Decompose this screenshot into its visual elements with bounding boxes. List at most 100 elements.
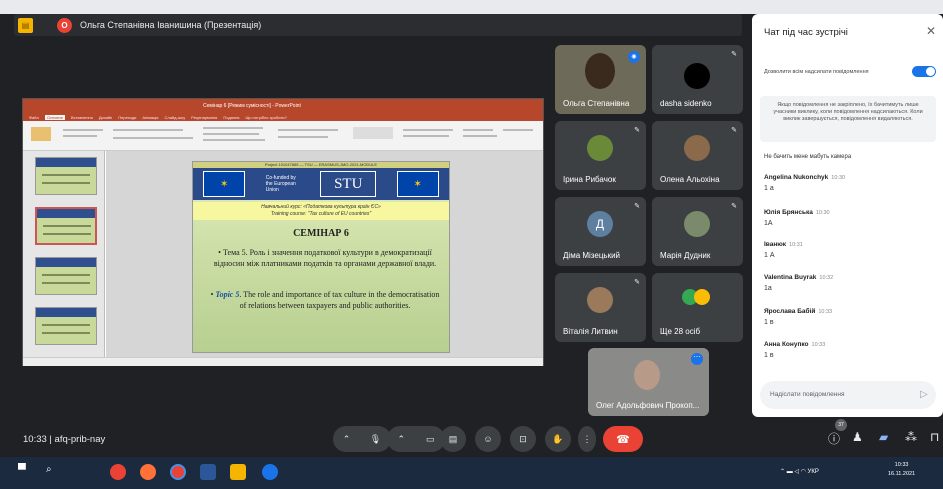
ribbon-toolbar[interactable] [23, 121, 543, 151]
participant-tile[interactable]: ✎ Ірина Рибачок [555, 121, 646, 190]
slide-thumbnail[interactable] [35, 307, 97, 345]
info-icon[interactable]: ⓘ [828, 430, 840, 447]
raise-hand-button[interactable]: ✋ [545, 426, 571, 452]
chat-message: Іванюк 10:31 1 А [764, 241, 934, 259]
message-time: 10:33 [811, 342, 826, 348]
participant-tile[interactable]: Ще 28 осіб [652, 273, 743, 342]
meeting-controls-bar [0, 417, 943, 457]
meeting-info: 10:33 | afq-prib-nay [23, 434, 105, 445]
slide-bullet-ua: • Тема 5. Роль і значення податкової кул… [213, 248, 437, 268]
activities-icon[interactable]: ⁂ [905, 430, 917, 444]
participant-tile[interactable]: ✎ Марія Дудник [652, 197, 743, 266]
present-button[interactable]: ⊡ [510, 426, 536, 452]
mic-off-icon: ✎ [731, 127, 737, 134]
participant-name: Марія Дудник [660, 251, 711, 260]
mic-off-icon: ✎ [634, 203, 640, 210]
search-icon[interactable]: ⌕ [46, 464, 62, 480]
message-text: 1 в [764, 352, 774, 359]
tray-icons[interactable]: ⌃ ▬ ◁ ◠ [780, 469, 808, 475]
chat-message: Angelina Nukonchyk 10:30 1 а [764, 174, 934, 192]
captions-button[interactable]: ▤ [440, 426, 466, 452]
browser-top-strip [0, 0, 943, 14]
phone-hangup-icon: ☎ [616, 433, 630, 446]
ribbon-tab[interactable]: Що потрібно зробити? [245, 115, 286, 120]
slide-thumbnail[interactable] [35, 207, 97, 245]
ribbon-tab[interactable]: Основне [44, 114, 65, 120]
people-icon[interactable]: ♟ [852, 430, 863, 444]
ribbon-tab[interactable]: Вставлення [71, 115, 93, 120]
ribbon-tab[interactable]: Подання [223, 115, 239, 120]
presenter-title: Ольга Степанівна Іванишина (Презентація) [80, 20, 262, 30]
message-text: 1а [764, 285, 772, 292]
camera-control[interactable]: ⌃ ▭ [387, 426, 445, 452]
avatar [587, 287, 613, 313]
mic-off-icon: ✎ [634, 279, 640, 286]
participant-tile[interactable]: ◉ Ольга Степанівна [555, 45, 646, 114]
slides-icon: ▤ [18, 17, 33, 33]
chrome-icon[interactable] [110, 464, 126, 480]
presenter-avatar: O [57, 17, 72, 33]
participant-tile[interactable]: ✎ Олена Альохіна [652, 121, 743, 190]
language-indicator[interactable]: УКР [808, 469, 819, 475]
slide-thumbnail[interactable] [35, 157, 97, 195]
emoji-button[interactable]: ☺ [475, 426, 501, 452]
slide-thumbnails-pane[interactable] [23, 151, 105, 357]
close-icon[interactable]: ✕ [926, 24, 936, 38]
chevron-up-icon[interactable]: ⌃ [343, 434, 351, 445]
message-author: Іванюк [764, 241, 787, 248]
slide-thumbnail[interactable] [35, 257, 97, 295]
message-author: Angelina Nukonchyk [764, 174, 829, 181]
more-options-icon[interactable]: ⋯ [691, 353, 703, 365]
chevron-up-icon[interactable]: ⌃ [397, 434, 405, 445]
chat-panel: Чат під час зустрічі ✕ Дозволити всім на… [752, 14, 943, 417]
participant-tile[interactable]: ✎ dasha sidenko [652, 45, 743, 114]
mic-icon[interactable]: 🎙 [370, 434, 381, 445]
chat-title: Чат під час зустрічі [764, 27, 848, 38]
camera-icon[interactable]: ▭ [426, 434, 435, 445]
chat-icon[interactable]: ▰ [879, 430, 888, 444]
presentation-window: Семінар 6 [Режим сумісності] - PowerPoin… [22, 98, 544, 366]
message-author: Ярослава Бабій [764, 308, 816, 315]
ribbon-tab[interactable]: Слайд-шоу [164, 115, 185, 120]
meeting-code: afq-prib-nay [54, 434, 106, 445]
avatar [587, 135, 613, 161]
participant-name: Віталія Литвин [563, 327, 618, 336]
send-icon[interactable]: ▷ [920, 389, 928, 400]
participant-tile[interactable]: ✎ Віталія Литвин [555, 273, 646, 342]
more-options-button[interactable]: ⋮ [578, 426, 596, 452]
chat-permission-toggle[interactable] [912, 66, 936, 77]
eu-flag-icon: ✶ [396, 171, 439, 197]
ribbon-tab[interactable]: Анімація [142, 115, 158, 120]
emoji-icon: ☺ [483, 434, 493, 444]
firefox-icon[interactable] [140, 464, 156, 480]
mic-off-icon: ✎ [731, 51, 737, 58]
message-time: 10:33 [818, 309, 833, 315]
ribbon-tab[interactable]: Дизайн [99, 115, 112, 120]
ribbon-tab[interactable]: Рецензування [191, 115, 217, 120]
participant-name: Олена Альохіна [660, 175, 720, 184]
topic-label: Topic 5 [215, 290, 240, 299]
ribbon-tab[interactable]: Файл [29, 115, 39, 120]
ribbon-tab[interactable]: Переходи [118, 115, 136, 120]
lock-icon[interactable]: ⊓ [930, 430, 939, 444]
participant-count-badge: 37 [835, 419, 847, 431]
self-view-tile[interactable]: ⋯ Олег Адольфович Прокоп... [588, 348, 709, 416]
chrome-icon[interactable] [170, 464, 186, 480]
windows-start-icon[interactable]: ▀ [18, 464, 34, 480]
message-author: Анна Конупко [764, 341, 809, 348]
word-icon[interactable] [200, 464, 216, 480]
chat-input[interactable]: Надіслати повідомлення [760, 381, 936, 409]
taskbar-clock[interactable]: 10:33 16.11.2021 [888, 461, 915, 479]
mic-control[interactable]: ⌃ 🎙 [333, 426, 391, 452]
current-slide: Project 101047855 — TSU — ERASMUS-JMO-20… [192, 161, 450, 353]
message-text: 1 А [764, 252, 775, 259]
file-explorer-icon[interactable] [230, 464, 246, 480]
meeting-separator: | [49, 434, 52, 445]
system-tray[interactable]: ⌃ ▬ ◁ ◠ УКР [780, 468, 819, 475]
participant-name: Ольга Степанівна [563, 99, 630, 108]
stu-logo: STU [320, 171, 377, 197]
chrome-icon[interactable] [262, 464, 278, 480]
powerpoint-titlebar: Семінар 6 [Режим сумісності] - PowerPoin… [23, 99, 543, 113]
participant-tile[interactable]: ✎ Д Діма Мізецький [555, 197, 646, 266]
end-call-button[interactable]: ☎ [603, 426, 643, 452]
